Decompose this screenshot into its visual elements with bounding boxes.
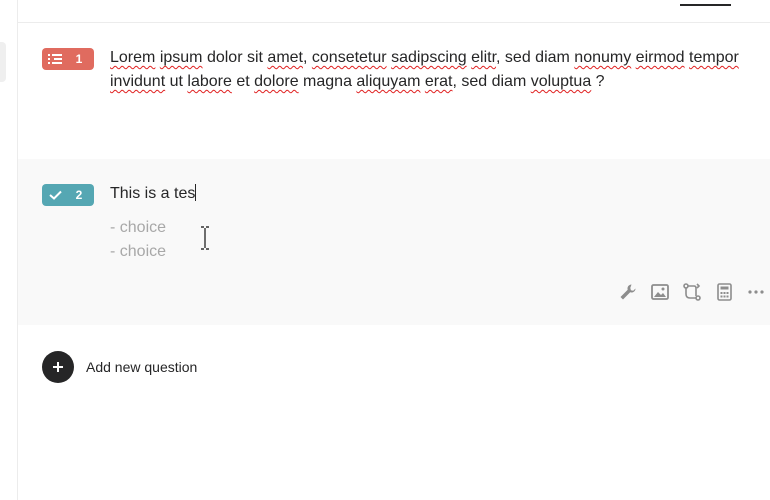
misspelled-word: amet bbox=[267, 49, 303, 66]
misspelled-word: Lorem bbox=[110, 49, 156, 66]
misspelled-word: sadipscing bbox=[391, 49, 467, 66]
misspelled-word: dolore bbox=[254, 73, 299, 90]
text-fragment: et bbox=[231, 73, 255, 90]
text-fragment: dolor sit bbox=[202, 49, 268, 66]
survey-editor: 1 Lorem ipsum dolor sit amet, consetetur… bbox=[0, 0, 770, 500]
text-fragment: , bbox=[303, 49, 312, 66]
text-fragment: ut bbox=[165, 73, 188, 90]
text-caret bbox=[195, 184, 197, 201]
image-icon[interactable] bbox=[650, 282, 670, 302]
misspelled-word: aliquyam bbox=[356, 73, 421, 90]
calculator-icon[interactable] bbox=[714, 282, 734, 302]
ibeam-cursor-icon bbox=[200, 226, 210, 250]
misspelled-word: tempor bbox=[689, 49, 739, 66]
active-tab-indicator bbox=[680, 4, 731, 6]
question-toolbar bbox=[618, 282, 766, 302]
text-fragment: , sed diam bbox=[452, 73, 531, 90]
add-question-label: Add new question bbox=[86, 359, 198, 375]
question-text-input[interactable]: This is a tes bbox=[110, 182, 750, 206]
misspelled-word: ipsum bbox=[159, 49, 203, 66]
add-question-button[interactable]: Add new question bbox=[42, 351, 197, 383]
wrench-icon[interactable] bbox=[618, 282, 638, 302]
choice-list: - choice - choice bbox=[110, 216, 166, 264]
top-bar bbox=[18, 0, 770, 23]
question-card-1[interactable]: 1 Lorem ipsum dolor sit amet, consetetur… bbox=[18, 23, 770, 158]
misspelled-word: erat bbox=[424, 73, 453, 90]
misspelled-word: nonumy bbox=[574, 49, 632, 66]
text-fragment: , sed diam bbox=[496, 49, 575, 66]
misspelled-word: invidunt bbox=[110, 73, 166, 90]
misspelled-word: labore bbox=[187, 73, 232, 90]
text-fragment: magna bbox=[298, 73, 357, 90]
misspelled-word: eirmod bbox=[635, 49, 685, 66]
choice-placeholder[interactable]: - choice bbox=[110, 216, 166, 240]
more-icon[interactable] bbox=[746, 282, 766, 302]
question-number: 1 bbox=[75, 52, 83, 66]
question-badge-1[interactable]: 1 bbox=[42, 48, 94, 70]
question-text: This is a tes bbox=[110, 185, 196, 202]
misspelled-word: consetetur bbox=[311, 49, 387, 66]
question-number: 2 bbox=[75, 188, 83, 202]
list-icon bbox=[42, 53, 68, 65]
sidebar-tab[interactable] bbox=[0, 42, 6, 82]
misspelled-word: voluptua bbox=[530, 73, 592, 90]
left-sidebar bbox=[0, 0, 18, 500]
question-text[interactable]: Lorem ipsum dolor sit amet, consetetur s… bbox=[110, 46, 750, 94]
text-fragment: ? bbox=[591, 73, 605, 90]
misspelled-word: elitr bbox=[471, 49, 497, 66]
checkmark-icon bbox=[42, 190, 68, 200]
question-card-2[interactable]: 2 This is a tes - choice - choice bbox=[18, 159, 770, 325]
branch-icon[interactable] bbox=[682, 282, 702, 302]
plus-icon[interactable] bbox=[42, 351, 74, 383]
choice-placeholder[interactable]: - choice bbox=[110, 240, 166, 264]
question-badge-2[interactable]: 2 bbox=[42, 184, 94, 206]
